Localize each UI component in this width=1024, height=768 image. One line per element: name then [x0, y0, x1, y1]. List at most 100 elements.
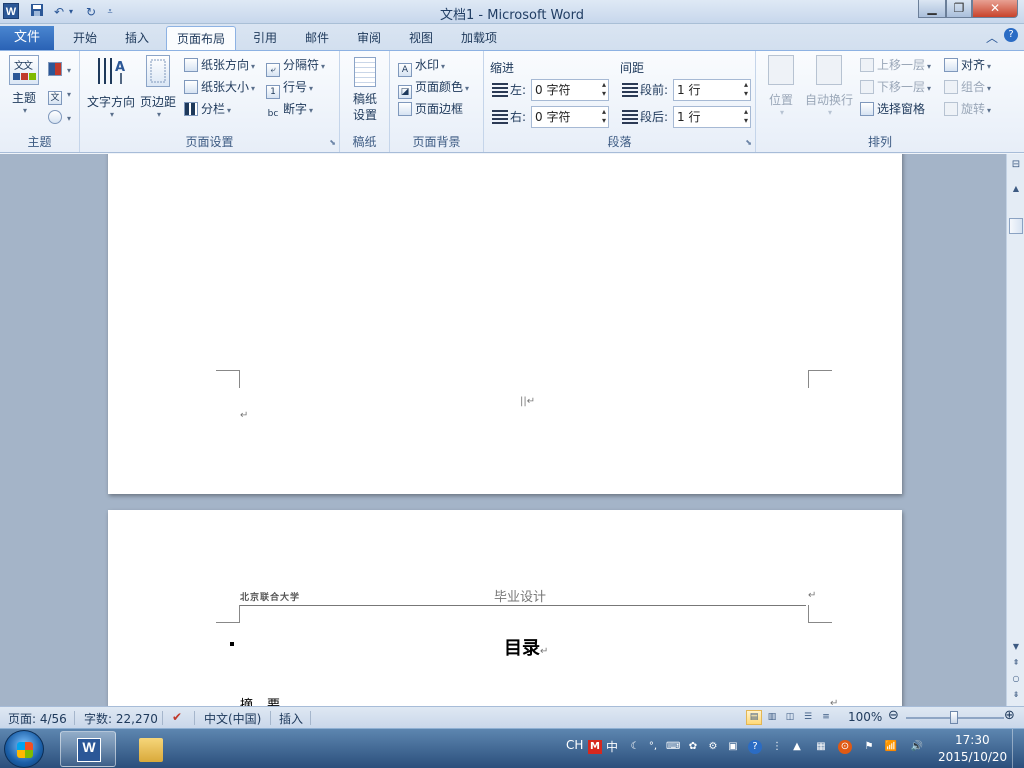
previous-page-icon[interactable]: ⇞ — [1009, 656, 1023, 670]
clock-time[interactable]: 17:30 — [955, 733, 990, 747]
breaks-button[interactable]: ⤶ 分隔符 ▾ — [266, 55, 325, 77]
page-4[interactable]: 北京联合大学 毕业设计 ↵ 目录↵ 摘要 ↵ — [108, 510, 902, 706]
insert-mode-indicator[interactable]: 插入 — [279, 710, 303, 727]
clock-date[interactable]: 2015/10/20 — [938, 750, 1007, 764]
ime-tools-icon[interactable]: ⚙ — [706, 740, 720, 754]
group-label-page-setup: 页面设置 — [185, 135, 234, 149]
ime-options-icon[interactable]: ⋮ — [770, 740, 784, 754]
moon-icon[interactable]: ☾ — [628, 740, 642, 754]
ime-language[interactable]: CH — [566, 738, 583, 752]
indent-left-input[interactable]: 0 字符 ▴ ▾ — [531, 79, 609, 101]
keyboard-icon[interactable]: ⌨ — [666, 740, 680, 754]
manuscript-settings-button[interactable]: 稿纸 设置 — [346, 57, 384, 123]
maximize-button[interactable]: ❐ — [946, 0, 972, 18]
ime-mode[interactable]: 中 — [606, 738, 618, 755]
view-ruler-icon[interactable]: ⊟ — [1009, 158, 1023, 172]
help-icon[interactable]: ? — [748, 740, 762, 754]
toc-entry[interactable]: 摘要 — [240, 694, 294, 706]
zoom-out-icon[interactable]: ⊖ — [888, 708, 899, 723]
scroll-thumb[interactable] — [1009, 218, 1023, 234]
themes-button[interactable]: 文文 主题 ▾ — [6, 55, 42, 115]
next-page-icon[interactable]: ⇟ — [1009, 688, 1023, 702]
punctuation-icon[interactable]: °, — [646, 740, 660, 754]
proofing-icon[interactable]: ✔ — [172, 710, 182, 724]
theme-fonts-button[interactable]: 文 ▾ — [48, 83, 71, 105]
watermark-button[interactable]: A 水印 ▾ — [398, 55, 445, 77]
ime-dictionary-icon[interactable]: ▣ — [726, 740, 740, 754]
orientation-button[interactable]: 纸张方向 ▾ — [184, 55, 255, 75]
tab-view[interactable]: 视图 — [398, 26, 444, 50]
volume-icon[interactable]: 🔊 — [910, 740, 924, 754]
minimize-button[interactable]: ▁ — [918, 0, 946, 18]
toc-heading[interactable]: 目录↵ — [504, 634, 548, 660]
paragraph-launcher-icon[interactable]: ⬊ — [745, 138, 752, 147]
size-button[interactable]: 纸张大小 ▾ — [184, 77, 255, 97]
ime-skin-icon[interactable]: ✿ — [686, 740, 700, 754]
show-hidden-icons[interactable]: ▲ — [790, 740, 804, 754]
print-layout-view-icon[interactable]: ▤ — [746, 710, 762, 725]
show-desktop-button[interactable] — [1012, 729, 1024, 768]
header-title: 毕业设计 — [494, 590, 547, 605]
indent-right-input[interactable]: 0 字符 ▴ ▾ — [531, 106, 609, 128]
theme-effects-button[interactable]: ▾ — [48, 107, 71, 127]
close-button[interactable]: ✕ — [972, 0, 1018, 18]
page-borders-button[interactable]: 页面边框 — [398, 99, 463, 119]
spinner-arrows-icon[interactable]: ▴ ▾ — [602, 80, 606, 98]
rotate-button[interactable]: 旋转 ▾ — [944, 99, 991, 119]
page-count[interactable]: 页面: 4/56 — [8, 710, 67, 727]
network-status-icon[interactable]: ▦ — [814, 740, 828, 754]
align-button[interactable]: 对齐 ▾ — [944, 55, 991, 75]
taskbar-explorer[interactable] — [122, 731, 178, 767]
outline-view-icon[interactable]: ☰ — [800, 710, 816, 725]
spinner-arrows-icon[interactable]: ▴ ▾ — [744, 80, 748, 98]
ime-logo-icon[interactable]: M — [588, 740, 602, 754]
taskbar-word[interactable]: W — [60, 731, 116, 767]
tab-addins[interactable]: 加载项 — [452, 26, 506, 50]
theme-colors-button[interactable]: ▾ — [48, 59, 71, 79]
help-icon[interactable]: ? — [1004, 28, 1018, 42]
web-layout-icon[interactable]: ◫ — [782, 710, 798, 725]
full-screen-reading-icon[interactable]: ▥ — [764, 710, 780, 725]
document-area[interactable]: ||↵ ↵ 北京联合大学 毕业设计 ↵ 目录↵ 摘要 ↵ — [0, 154, 1006, 706]
language-indicator[interactable]: 中文(中国) — [204, 710, 261, 727]
group-objects-button[interactable]: 组合 ▾ — [944, 77, 991, 97]
draft-view-icon[interactable]: ≡ — [818, 710, 834, 725]
tab-review[interactable]: 审阅 — [346, 26, 392, 50]
position-button[interactable]: 位置 ▾ — [762, 55, 800, 117]
line-numbers-button[interactable]: 1 行号 ▾ — [266, 77, 313, 99]
start-button[interactable] — [4, 730, 44, 768]
hyphenation-button[interactable]: bc 断字 ▾ — [266, 99, 313, 119]
columns-button[interactable]: 分栏 ▾ — [184, 99, 231, 119]
tab-page-layout[interactable]: 页面布局 — [166, 26, 236, 50]
tab-file[interactable]: 文件 — [0, 26, 54, 50]
spinner-arrows-icon[interactable]: ▴ ▾ — [744, 107, 748, 125]
selection-pane-button[interactable]: 选择窗格 — [860, 99, 925, 119]
bring-forward-button[interactable]: 上移一层 ▾ — [860, 55, 931, 75]
zoom-level[interactable]: 100% — [848, 710, 882, 724]
minimize-ribbon-icon[interactable]: ︿ — [986, 29, 998, 46]
tab-references[interactable]: 引用 — [242, 26, 288, 50]
tab-home[interactable]: 开始 — [62, 26, 108, 50]
tab-mailings[interactable]: 邮件 — [294, 26, 340, 50]
send-backward-button[interactable]: 下移一层 ▾ — [860, 77, 931, 97]
spacing-before-input[interactable]: 1 行 ▴ ▾ — [673, 79, 751, 101]
zoom-slider-thumb[interactable] — [950, 711, 958, 724]
security-icon[interactable]: ⊙ — [838, 740, 852, 754]
spacing-after-input[interactable]: 1 行 ▴ ▾ — [673, 106, 751, 128]
margins-button[interactable]: 页边距 ▾ — [138, 55, 178, 119]
page-color-button[interactable]: ◪ 页面颜色 ▾ — [398, 77, 469, 99]
tab-insert[interactable]: 插入 — [114, 26, 160, 50]
browse-object-icon[interactable]: ○ — [1009, 672, 1023, 686]
text-direction-button[interactable]: A 文字方向 ▾ — [84, 55, 138, 119]
vertical-scrollbar[interactable]: ⊟ ▲ ▼ ⇞ ○ ⇟ — [1006, 154, 1024, 706]
page-3[interactable]: ||↵ ↵ — [108, 154, 902, 494]
scroll-down-icon[interactable]: ▼ — [1009, 640, 1023, 654]
page-setup-launcher-icon[interactable]: ⬊ — [329, 138, 336, 147]
scroll-up-icon[interactable]: ▲ — [1009, 182, 1023, 196]
action-center-icon[interactable]: ⚑ — [862, 740, 876, 754]
spinner-arrows-icon[interactable]: ▴ ▾ — [602, 107, 606, 125]
word-count[interactable]: 字数: 22,270 — [84, 710, 158, 727]
wrap-text-button[interactable]: 自动换行 ▾ — [804, 55, 854, 117]
signal-icon[interactable]: 📶 — [884, 740, 898, 754]
zoom-in-icon[interactable]: ⊕ — [1004, 708, 1015, 723]
